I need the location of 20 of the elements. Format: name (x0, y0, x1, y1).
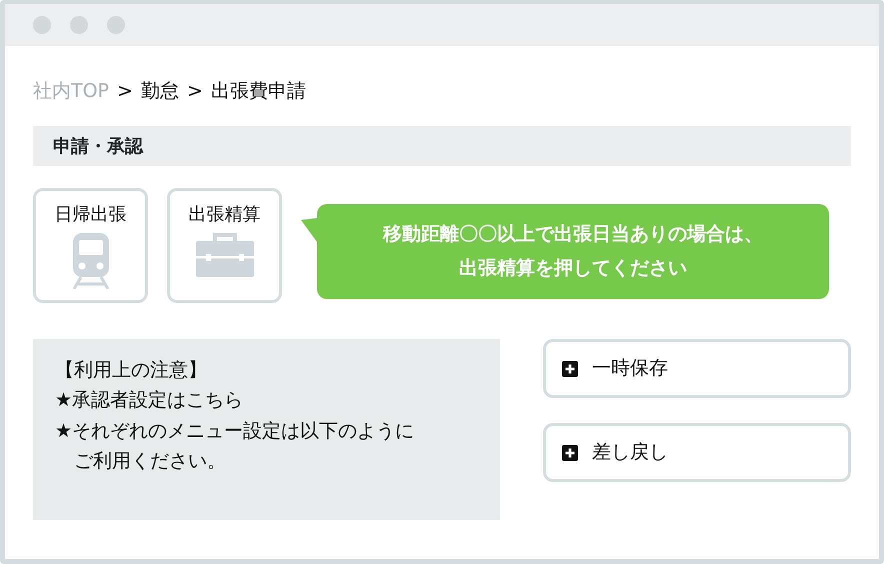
notes-line: ★それぞれのメニュー設定は以下のようにご利用ください。 (55, 418, 416, 474)
menu-tile[interactable]: 日帰出張 (33, 188, 148, 303)
briefcase-icon (196, 232, 254, 277)
notes-line: ★承認者設定はこちら (55, 388, 244, 414)
notes-title: 【利用上の注意】 (55, 358, 208, 383)
train-icon (70, 232, 110, 289)
window-dot (70, 16, 88, 34)
window-dot (33, 16, 51, 34)
section-header: 申請・承認 (33, 126, 851, 166)
action-button[interactable]: 一時保存 (543, 339, 851, 398)
hint-text: 移動距離〇〇以上で出張日当ありの場合は、出張精算を押してください (382, 222, 764, 280)
breadcrumb-item: 出張費申請 (210, 78, 306, 104)
plus-icon (562, 360, 578, 376)
breadcrumb-separator: > (186, 78, 203, 104)
breadcrumb-item: 勤怠 (140, 78, 179, 104)
breadcrumb-separator: > (117, 78, 133, 104)
plus-icon (562, 444, 578, 460)
menu-tile[interactable]: 出張精算 (167, 188, 282, 303)
action-button[interactable]: 差し戻し (543, 423, 851, 482)
window-dot (107, 16, 125, 34)
